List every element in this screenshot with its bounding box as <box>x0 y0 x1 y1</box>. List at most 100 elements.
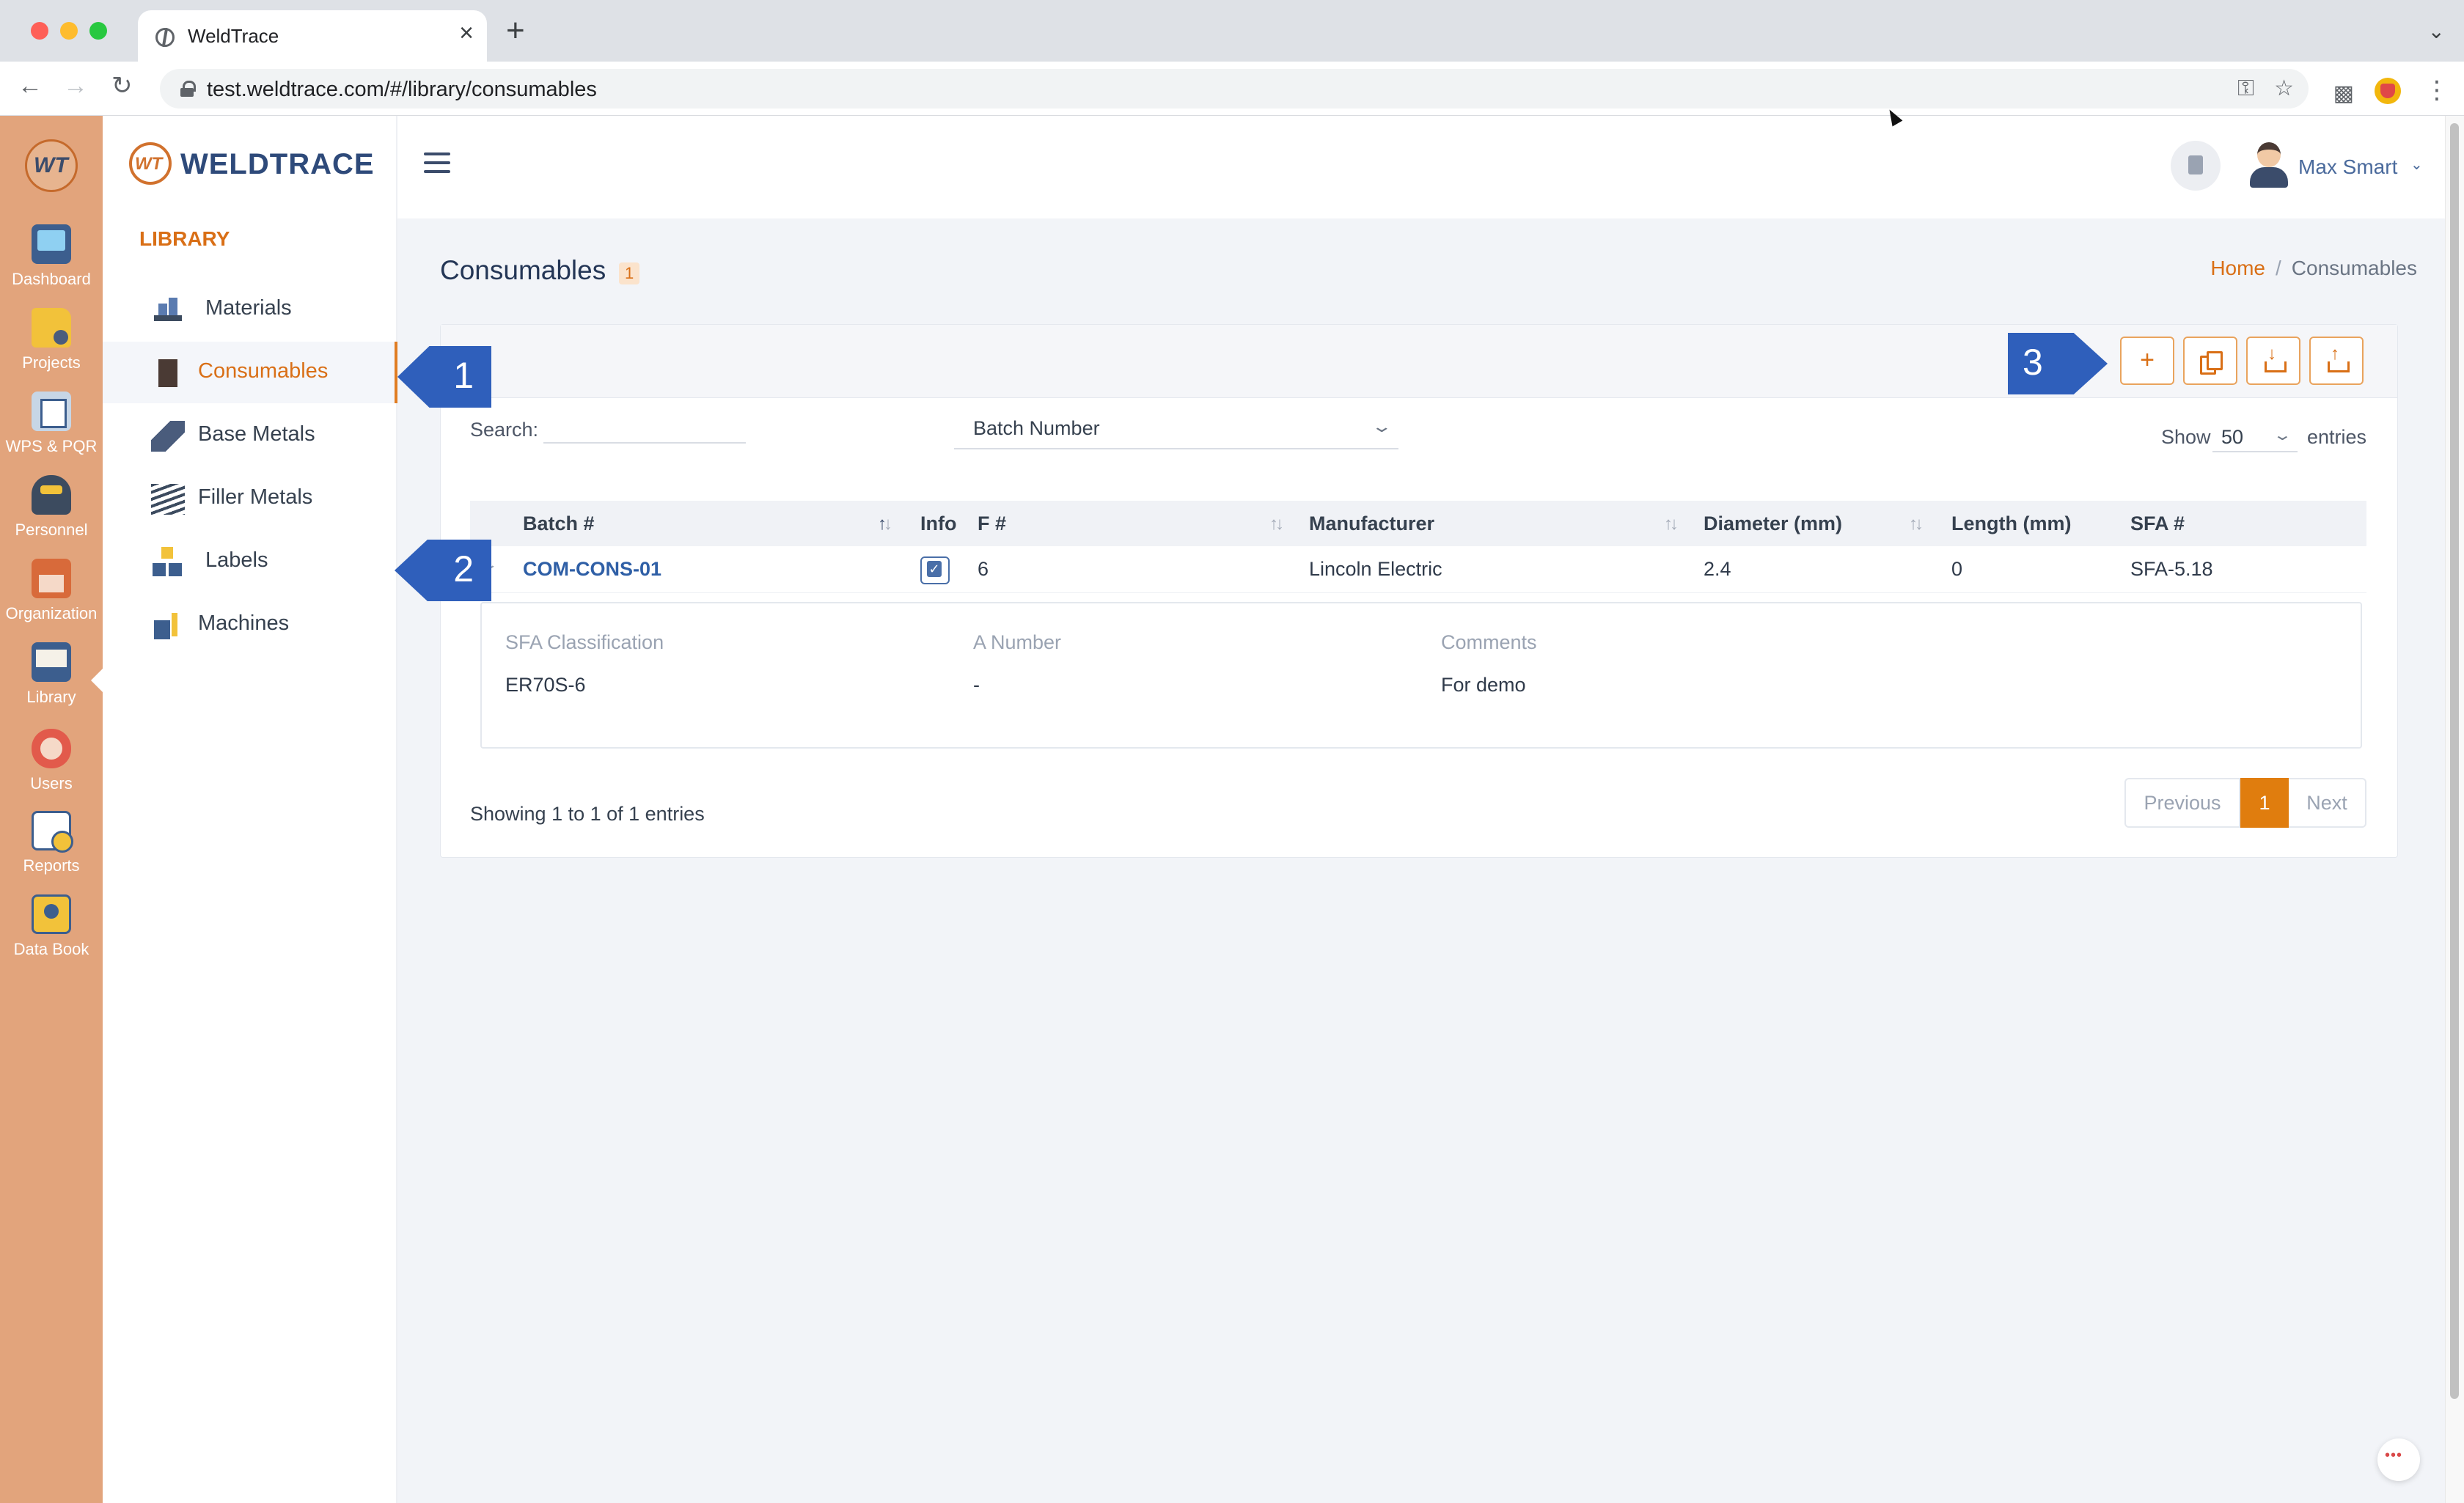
subnav-item-consumables[interactable]: Consumables <box>103 342 397 403</box>
upload-button[interactable] <box>2309 337 2364 385</box>
subnav-item-materials[interactable]: Materials <box>103 279 397 340</box>
projects-icon <box>32 308 71 348</box>
app-logo[interactable]: WT <box>25 139 78 192</box>
column-header-sfa[interactable]: SFA # <box>2130 512 2185 535</box>
bookmark-star-icon[interactable]: ☆ <box>2274 78 2294 100</box>
extension-avatar-icon[interactable] <box>2375 78 2401 104</box>
column-header-manufacturer[interactable]: Manufacturer <box>1309 512 1434 535</box>
consumables-icon <box>151 358 185 389</box>
reports-icon <box>32 811 73 853</box>
guide-book-button[interactable] <box>2171 141 2221 191</box>
browser-menu-icon[interactable]: ⋮ <box>2424 78 2449 103</box>
reload-icon[interactable]: ↻ <box>111 73 133 98</box>
rail-label: Dashboard <box>12 270 91 288</box>
close-tab-icon[interactable]: × <box>459 21 474 45</box>
rail-label: WPS & PQR <box>5 437 98 455</box>
search-field-value: Batch Number <box>973 417 1100 439</box>
detail-label-sfa-classification: SFA Classification <box>505 631 664 653</box>
rail-item-library[interactable]: Library <box>0 642 103 723</box>
subnav-item-labels[interactable]: Labels <box>103 531 397 592</box>
rail-label: Data Book <box>13 940 89 958</box>
library-subnav: WT WELDTRACE LIBRARY Materials Consumabl… <box>103 116 397 1503</box>
extensions-puzzle-icon[interactable]: ▩ <box>2333 81 2354 106</box>
search-input[interactable] <box>543 411 746 444</box>
maximize-window-button[interactable] <box>89 22 107 40</box>
brand-name: WELDTRACE <box>180 148 375 180</box>
rail-label: Library <box>26 688 76 706</box>
subnav-label: Filler Metals <box>198 485 313 509</box>
search-label: Search: <box>470 419 539 441</box>
previous-page-button[interactable]: Previous <box>2124 778 2240 828</box>
avatar[interactable] <box>2247 142 2291 189</box>
column-header-batch[interactable]: Batch # <box>523 512 595 535</box>
rail-item-users[interactable]: Users <box>0 729 103 809</box>
rail-item-data-book[interactable]: Data Book <box>0 894 103 975</box>
rail-item-wps-pqr[interactable]: WPS & PQR <box>0 392 103 472</box>
download-icon <box>2263 345 2287 373</box>
breadcrumb-separator: / <box>2276 257 2281 279</box>
copy-button[interactable] <box>2183 337 2237 385</box>
new-tab-button[interactable]: + <box>506 15 525 47</box>
page-scrollbar[interactable] <box>2445 116 2464 1503</box>
breadcrumb: Home / Consumables <box>2210 257 2417 280</box>
minimize-window-button[interactable] <box>60 22 78 40</box>
browser-tab[interactable]: WeldTrace × <box>138 10 487 62</box>
brand-mark-icon: WT <box>129 142 172 185</box>
globe-icon <box>155 28 175 47</box>
address-bar[interactable]: test.weldtrace.com/#/library/consumables… <box>160 69 2309 109</box>
back-arrow-icon[interactable]: ← <box>18 73 43 98</box>
url-text[interactable]: test.weldtrace.com/#/library/consumables <box>207 78 597 102</box>
hamburger-menu-icon[interactable] <box>424 152 450 174</box>
top-header: Max Smart ⌄ <box>397 116 2445 218</box>
section-heading: LIBRARY <box>139 227 230 250</box>
scrollbar-thumb[interactable] <box>2450 123 2459 1399</box>
chevron-down-icon[interactable]: ⌄ <box>2410 155 2423 174</box>
sort-icon[interactable]: ↑↓ <box>878 514 892 534</box>
chat-widget-button[interactable] <box>2377 1438 2420 1481</box>
brand-logo[interactable]: WT WELDTRACE <box>129 141 378 186</box>
tab-title: WeldTrace <box>188 25 279 47</box>
page-1-button[interactable]: 1 <box>2240 778 2289 828</box>
search-field-select[interactable]: Batch Number ⌄ <box>954 408 1398 449</box>
upload-icon <box>2326 345 2350 373</box>
tab-search-chevron-icon[interactable]: ⌄ <box>2428 19 2445 43</box>
materials-icon <box>151 295 185 326</box>
users-icon <box>32 729 71 768</box>
add-button[interactable]: + <box>2120 337 2174 385</box>
rail-item-organization[interactable]: Organization <box>0 559 103 639</box>
breadcrumb-home-link[interactable]: Home <box>2210 257 2265 279</box>
row-detail-panel: SFA Classification A Number Comments ER7… <box>480 602 2362 749</box>
page-size-select[interactable]: 50 ⌄ <box>2212 417 2298 452</box>
copy-icon <box>2200 351 2223 375</box>
subnav-item-machines[interactable]: Machines <box>103 594 397 655</box>
next-page-button[interactable]: Next <box>2289 778 2366 828</box>
subnav-item-filler-metals[interactable]: Filler Metals <box>103 468 397 529</box>
rail-item-dashboard[interactable]: Dashboard <box>0 224 103 305</box>
rail-item-projects[interactable]: Projects <box>0 308 103 389</box>
detail-label-comments: Comments <box>1441 631 1537 653</box>
table-row[interactable]: ⌄ COM-CONS-01 6 Lincoln Electric 2.4 0 S… <box>470 546 2366 593</box>
batch-link[interactable]: COM-CONS-01 <box>523 558 661 581</box>
info-checkbox[interactable] <box>920 556 950 584</box>
close-window-button[interactable] <box>31 22 48 40</box>
column-header-length[interactable]: Length (mm) <box>1951 512 2071 535</box>
key-icon[interactable]: ⚿ <box>2237 78 2254 100</box>
consumables-card: + Search: Batch Number ⌄ Show 50 ⌄ entri… <box>440 324 2398 858</box>
user-name[interactable]: Max Smart <box>2298 155 2397 179</box>
rail-item-reports[interactable]: Reports <box>0 811 103 892</box>
data-book-icon <box>32 894 71 934</box>
sort-icon[interactable]: ↑↓ <box>1909 514 1924 534</box>
subnav-item-base-metals[interactable]: Base Metals <box>103 405 397 466</box>
cell-length: 0 <box>1951 558 1963 580</box>
column-header-f-number[interactable]: F # <box>978 512 1006 535</box>
forward-arrow-icon[interactable]: → <box>63 73 88 98</box>
organization-icon <box>32 559 71 598</box>
sort-icon[interactable]: ↑↓ <box>1664 514 1679 534</box>
personnel-icon <box>32 475 71 515</box>
sort-icon[interactable]: ↑↓ <box>1269 514 1284 534</box>
column-header-diameter[interactable]: Diameter (mm) <box>1704 512 1842 535</box>
download-button[interactable] <box>2246 337 2300 385</box>
rail-item-personnel[interactable]: Personnel <box>0 475 103 556</box>
rail-label: Personnel <box>15 521 88 539</box>
chevron-down-icon: ⌄ <box>1371 417 1393 436</box>
